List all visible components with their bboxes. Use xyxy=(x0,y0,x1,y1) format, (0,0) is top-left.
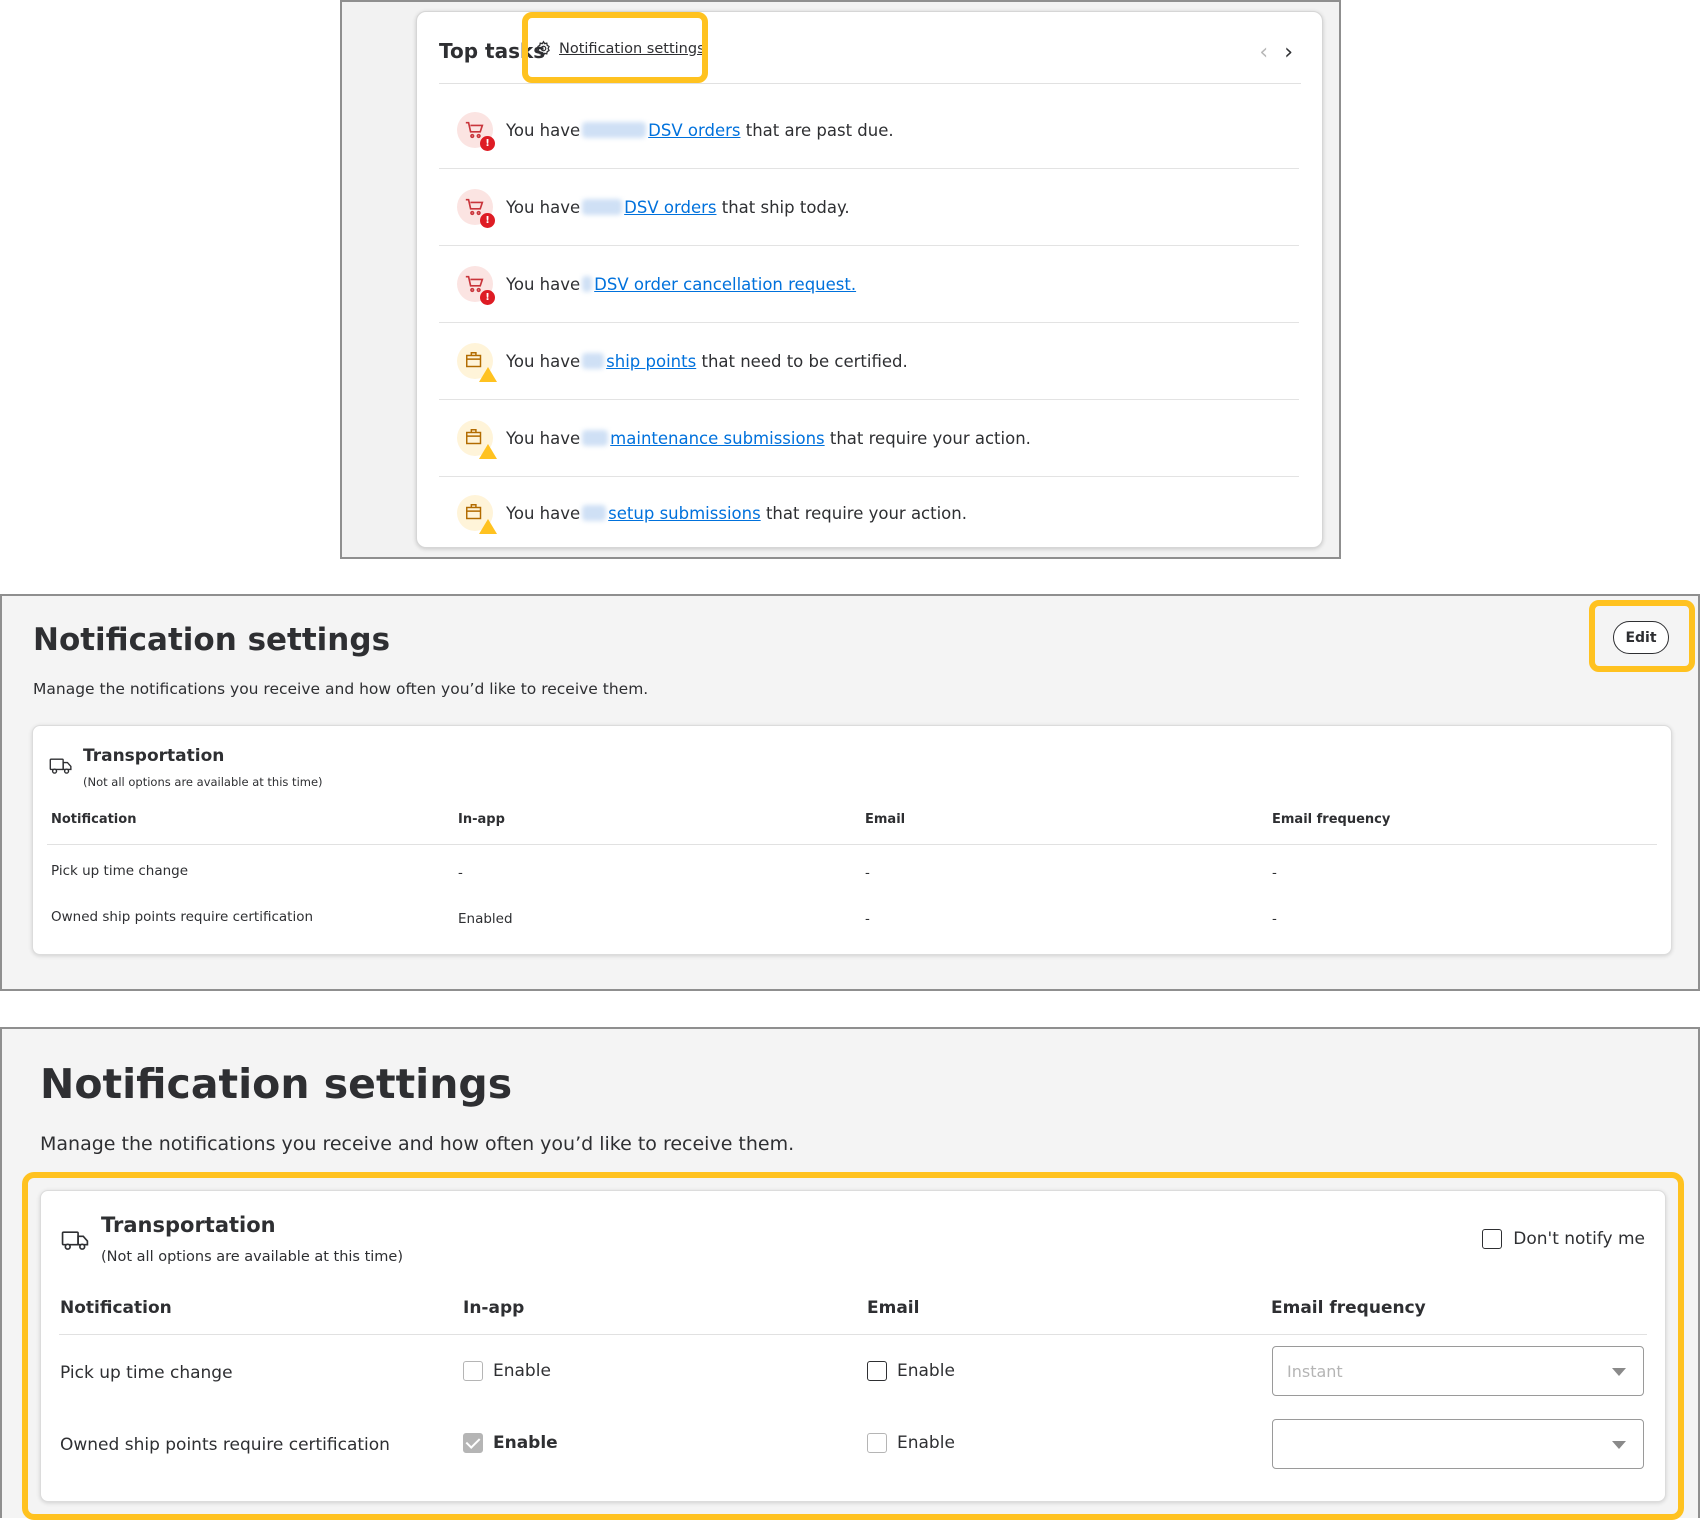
task-row: You have ship points that need to be cer… xyxy=(439,323,1299,400)
notification-settings-view-panel: Notification settings Manage the notific… xyxy=(0,594,1700,991)
top-tasks-header: Top tasks Notification settings ‹ › xyxy=(439,12,1301,84)
dont-notify-label: Don't notify me xyxy=(1513,1229,1645,1249)
column-header: Notification xyxy=(51,812,137,827)
notification-name: Pick up time change xyxy=(51,863,189,879)
maintenance-submissions-link[interactable]: maintenance submissions xyxy=(610,429,824,448)
top-tasks-panel: Top tasks Notification settings ‹ › ! Yo… xyxy=(340,0,1341,559)
transportation-card: Transportation (Not all options are avai… xyxy=(40,1190,1666,1502)
task-row: You have setup submissions that require … xyxy=(439,477,1299,549)
notification-settings-label: Notification settings xyxy=(559,40,705,57)
page-subtitle: Manage the notifications you receive and… xyxy=(33,680,649,698)
column-header: Email xyxy=(865,812,906,827)
page-subtitle: Manage the notifications you receive and… xyxy=(40,1133,795,1155)
section-note: (Not all options are available at this t… xyxy=(83,775,323,789)
task-row: ! You have DSV orders that are past due. xyxy=(439,92,1299,169)
frequency-value: - xyxy=(1272,865,1277,881)
chevron-left-icon[interactable]: ‹ xyxy=(1259,42,1268,64)
edit-button[interactable]: Edit xyxy=(1613,621,1669,654)
top-tasks-title: Top tasks xyxy=(439,39,546,63)
setup-submissions-link[interactable]: setup submissions xyxy=(608,504,761,523)
in-app-value: - xyxy=(458,865,463,881)
chevron-down-icon xyxy=(1612,1441,1626,1449)
notification-name: Owned ship points require certification xyxy=(51,909,314,925)
box-warning-icon xyxy=(457,495,497,534)
section-title: Transportation xyxy=(83,746,225,766)
chevron-right-icon[interactable]: › xyxy=(1284,42,1293,64)
column-header: Notification xyxy=(60,1298,172,1318)
box-warning-icon xyxy=(457,343,497,382)
box-warning-icon xyxy=(457,420,497,459)
section-note: (Not all options are available at this t… xyxy=(101,1249,404,1265)
truck-icon xyxy=(61,1231,89,1250)
truck-icon xyxy=(49,758,72,774)
transportation-card: Transportation (Not all options are avai… xyxy=(32,725,1672,955)
redacted-count xyxy=(582,430,609,446)
gear-icon xyxy=(537,40,550,57)
select-value: Instant xyxy=(1287,1362,1343,1381)
redacted-count xyxy=(582,122,647,138)
column-header: Email frequency xyxy=(1272,812,1391,827)
checkbox-box[interactable] xyxy=(1482,1229,1503,1249)
top-tasks-card: Top tasks Notification settings ‹ › ! Yo… xyxy=(416,11,1323,548)
email-enable-checkbox[interactable]: Enable xyxy=(867,1361,955,1381)
notification-name: Pick up time change xyxy=(60,1363,233,1383)
column-header: Email frequency xyxy=(1271,1298,1426,1318)
dont-notify-checkbox[interactable]: Don't notify me xyxy=(1482,1229,1645,1249)
cart-alert-icon: ! xyxy=(457,266,495,305)
top-tasks-pager: ‹ › xyxy=(1259,42,1293,64)
email-enable-checkbox[interactable]: Enable xyxy=(867,1433,955,1453)
dsv-orders-past-due-link[interactable]: DSV orders xyxy=(648,121,740,140)
section-title: Transportation xyxy=(101,1213,276,1237)
table-divider xyxy=(59,1334,1647,1335)
cart-alert-icon: ! xyxy=(457,112,495,151)
notification-settings-link[interactable]: Notification settings xyxy=(535,40,705,57)
column-header: In-app xyxy=(458,812,505,827)
page-title: Notification settings xyxy=(33,622,391,658)
frequency-value: - xyxy=(1272,911,1277,927)
task-row: ! You have DSV orders that ship today. xyxy=(439,169,1299,246)
redacted-count xyxy=(582,353,605,369)
in-app-enable-checkbox[interactable]: Enable xyxy=(463,1433,558,1453)
redacted-count xyxy=(582,276,593,292)
in-app-enable-checkbox[interactable]: Enable xyxy=(463,1361,551,1381)
dsv-orders-ship-today-link[interactable]: DSV orders xyxy=(624,198,716,217)
email-value: - xyxy=(865,911,870,927)
table-divider xyxy=(47,844,1657,845)
task-row: You have maintenance submissions that re… xyxy=(439,400,1299,477)
redacted-count xyxy=(582,199,623,215)
notification-name: Owned ship points require certification xyxy=(60,1435,390,1455)
cart-alert-icon: ! xyxy=(457,189,495,228)
email-value: - xyxy=(865,865,870,881)
ship-points-link[interactable]: ship points xyxy=(606,352,696,371)
column-header: Email xyxy=(867,1298,920,1318)
in-app-value: Enabled xyxy=(458,911,513,927)
notification-settings-edit-panel: Notification settings Manage the notific… xyxy=(0,1027,1700,1520)
redacted-count xyxy=(582,505,607,521)
chevron-down-icon xyxy=(1612,1368,1626,1376)
email-frequency-select[interactable] xyxy=(1272,1419,1644,1469)
column-header: In-app xyxy=(463,1298,525,1318)
task-row: ! You have DSV order cancellation reques… xyxy=(439,246,1299,323)
email-frequency-select[interactable]: Instant xyxy=(1272,1346,1644,1396)
page-title: Notification settings xyxy=(40,1060,513,1108)
dsv-order-cancellation-link[interactable]: DSV order cancellation request. xyxy=(594,275,856,294)
